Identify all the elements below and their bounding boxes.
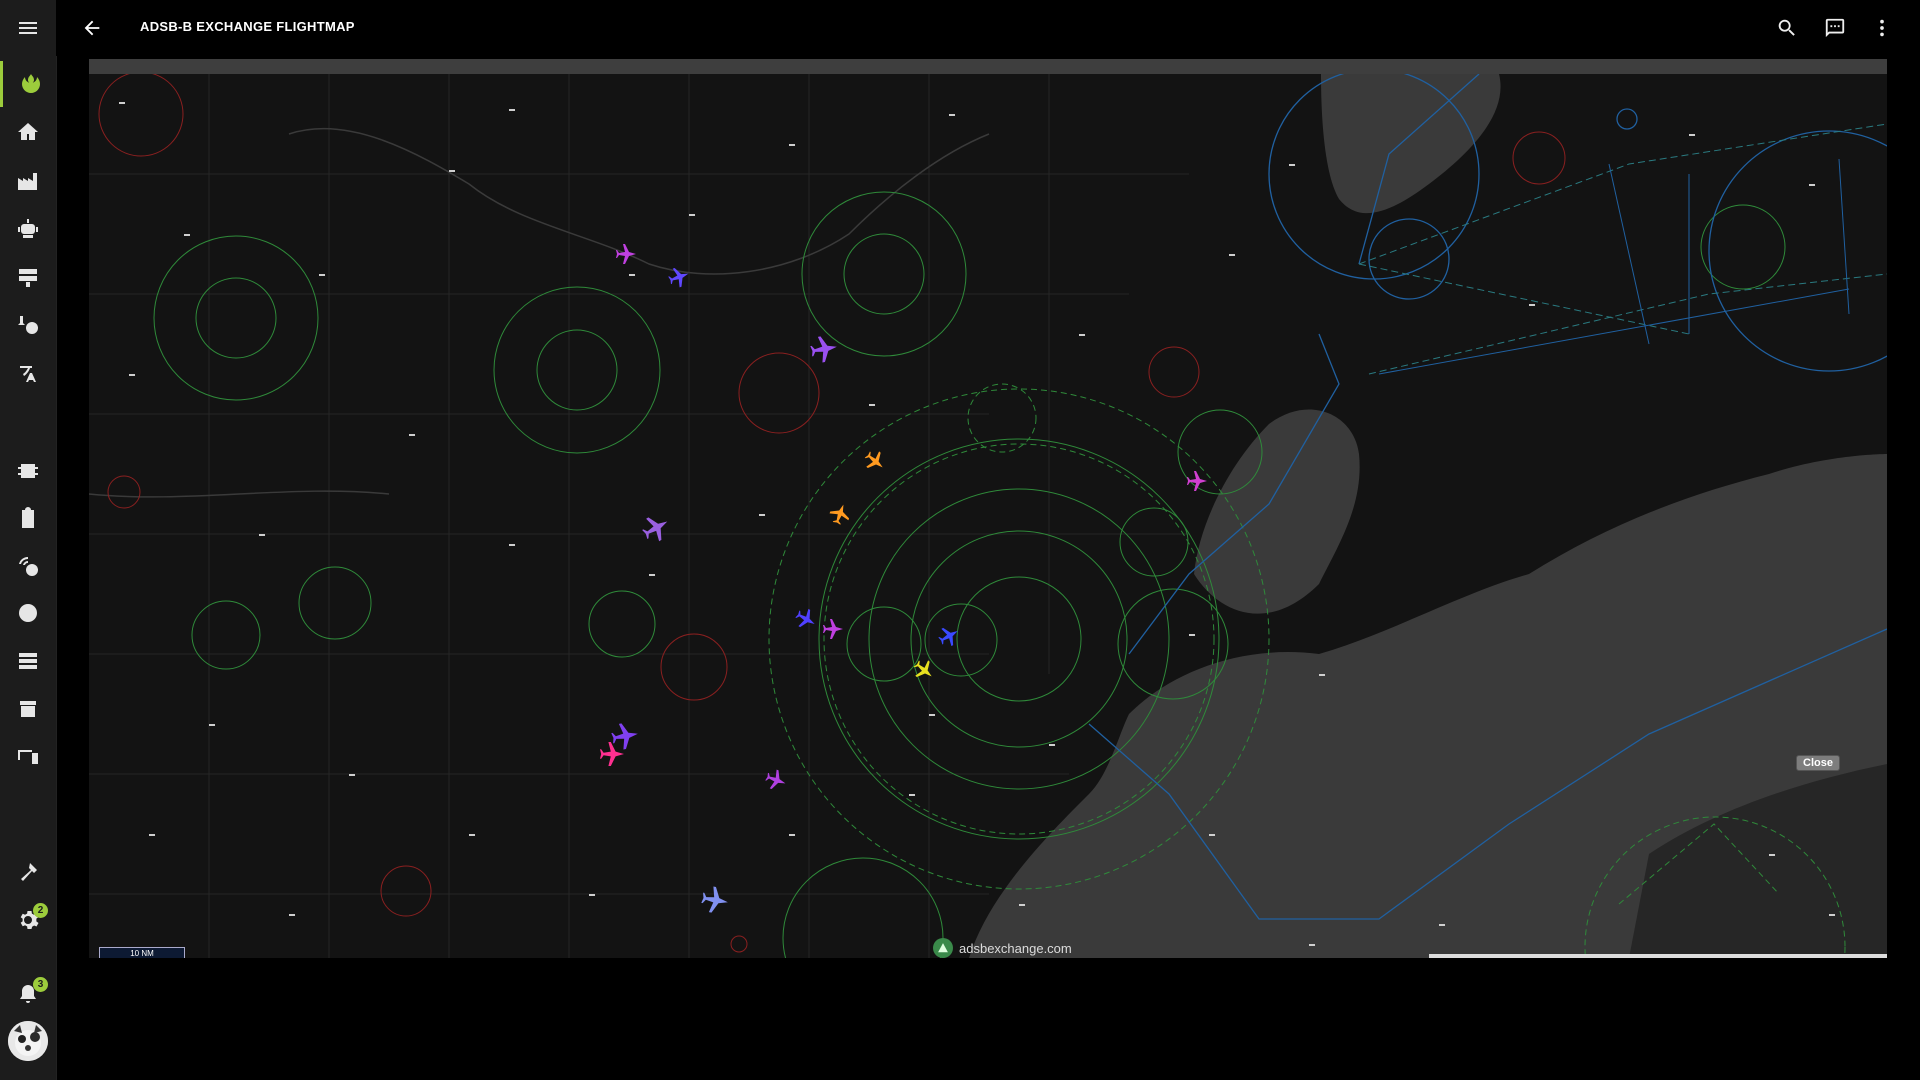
arrow-back-icon	[84, 20, 100, 36]
robot-icon	[18, 219, 38, 238]
sidebar-item-energy[interactable]	[0, 158, 56, 204]
more-vert-icon	[1880, 19, 1884, 37]
sidebar-item-logbook[interactable]	[0, 495, 56, 541]
sidebar-item-home[interactable]	[0, 109, 56, 155]
sidebar-item-devices[interactable]	[0, 733, 56, 779]
map-header-strip	[89, 59, 1887, 74]
assist-button[interactable]	[1819, 12, 1851, 44]
flight-map[interactable]: Close adsbexchange.com 10 NM	[89, 59, 1887, 958]
avatar-image	[8, 1021, 48, 1061]
top-bar: ADSB-B EXCHANGE FLIGHTMAP	[56, 0, 1920, 56]
scale-bar: 10 NM	[99, 947, 185, 958]
back-button[interactable]	[76, 12, 108, 44]
sidebar-item-notifications[interactable]: 3	[0, 971, 56, 1017]
sidebar-item-maintenance[interactable]	[0, 302, 56, 348]
radar-signal-icon	[19, 556, 38, 576]
hacs-store-icon	[20, 701, 36, 717]
sidebar-item-hardware[interactable]	[0, 448, 56, 494]
menu-icon	[19, 22, 37, 34]
watermark[interactable]: adsbexchange.com	[933, 937, 1072, 958]
memory-chip-icon	[18, 464, 38, 478]
sidebar-item-hacs[interactable]	[0, 686, 56, 732]
avatar[interactable]	[8, 1021, 48, 1061]
close-button[interactable]: Close	[1796, 755, 1840, 771]
rebel-logo-icon	[22, 74, 40, 93]
server-rack-icon	[19, 269, 37, 287]
watermark-text: adsbexchange.com	[959, 940, 1072, 956]
globe-icon	[19, 604, 37, 622]
more-options-button[interactable]	[1866, 12, 1898, 44]
translate-icon	[20, 366, 36, 382]
home-icon	[18, 123, 38, 140]
chat-icon	[1825, 18, 1845, 38]
menu-button[interactable]	[0, 5, 56, 51]
sidebar-item-network[interactable]	[0, 590, 56, 636]
search-button[interactable]	[1771, 12, 1803, 44]
factory-icon	[18, 173, 37, 190]
sidebar-item-settings[interactable]: 2	[0, 897, 56, 943]
sidebar-item-storage[interactable]	[0, 638, 56, 684]
search-icon	[1778, 19, 1795, 36]
settings-badge: 2	[33, 903, 48, 918]
sidebar-item-rebel[interactable]	[0, 61, 59, 107]
map-scrollbar[interactable]	[1429, 954, 1887, 958]
tools-clock-icon	[18, 316, 38, 334]
sidebar-item-developer-tools[interactable]	[0, 849, 56, 895]
hammer-icon	[21, 863, 37, 881]
sidebar-item-radar[interactable]	[0, 543, 56, 589]
sidebar-item-servers[interactable]	[0, 255, 56, 301]
devices-icon	[18, 750, 38, 764]
page-title: ADSB-B EXCHANGE FLIGHTMAP	[140, 19, 355, 34]
adsbexchange-logo-icon	[933, 938, 953, 958]
sidebar-item-robot[interactable]	[0, 206, 56, 252]
sidebar-item-translate[interactable]	[0, 350, 56, 396]
sidebar: 2 3	[0, 0, 57, 1080]
map-canvas[interactable]	[89, 74, 1887, 958]
notifications-badge: 3	[33, 977, 48, 992]
clipboard-icon	[22, 507, 34, 528]
database-icon	[19, 653, 37, 669]
